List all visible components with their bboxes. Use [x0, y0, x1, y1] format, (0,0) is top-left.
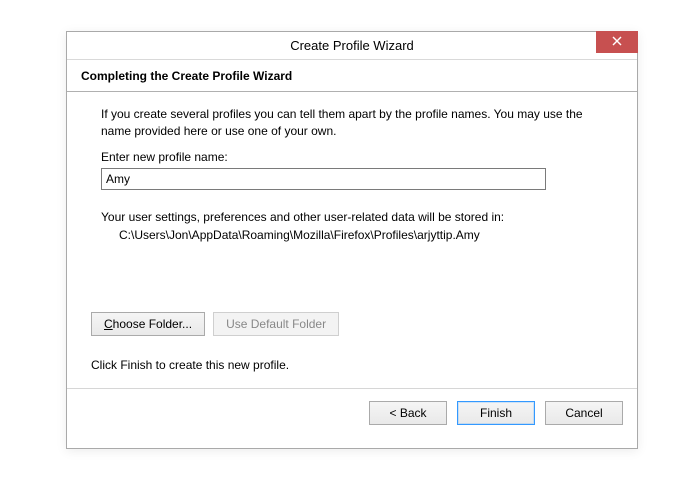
finish-button[interactable]: Finish [457, 401, 535, 425]
profile-name-input[interactable] [101, 168, 546, 190]
intro-text: If you create several profiles you can t… [101, 106, 603, 140]
storage-path: C:\Users\Jon\AppData\Roaming\Mozilla\Fir… [101, 228, 603, 242]
storage-note: Your user settings, preferences and othe… [101, 210, 603, 224]
use-default-folder-button: Use Default Folder [213, 312, 339, 336]
wizard-subheader: Completing the Create Profile Wizard [67, 60, 637, 92]
wizard-subheader-text: Completing the Create Profile Wizard [81, 69, 292, 83]
close-icon [612, 35, 622, 49]
finish-hint: Click Finish to create this new profile. [91, 358, 603, 372]
folder-button-row: Choose Folder... Use Default Folder [91, 312, 603, 336]
profile-name-input-wrap [101, 168, 603, 190]
choose-folder-button[interactable]: Choose Folder... [91, 312, 205, 336]
close-button[interactable] [596, 31, 638, 53]
back-button[interactable]: < Back [369, 401, 447, 425]
profile-name-label: Enter new profile name: [101, 150, 603, 164]
wizard-button-row: < Back Finish Cancel [67, 389, 637, 425]
window-title: Create Profile Wizard [290, 38, 414, 53]
wizard-content: If you create several profiles you can t… [67, 92, 637, 372]
create-profile-wizard-window: Create Profile Wizard Completing the Cre… [66, 31, 638, 449]
cancel-button[interactable]: Cancel [545, 401, 623, 425]
titlebar: Create Profile Wizard [67, 32, 637, 60]
